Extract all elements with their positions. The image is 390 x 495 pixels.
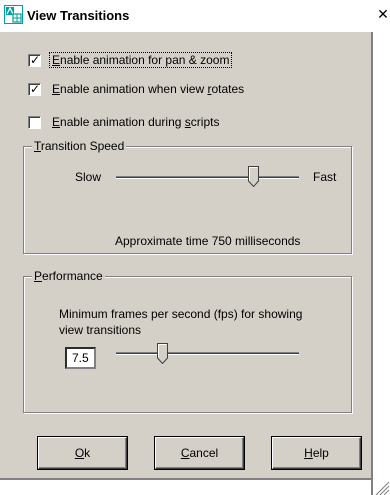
transition-speed-legend: Transition Speed xyxy=(32,139,127,153)
approx-time-text: Approximate time 750 milliseconds xyxy=(115,234,301,248)
performance-legend: Performance xyxy=(32,269,105,283)
ok-button[interactable]: Ok xyxy=(38,437,127,469)
help-button[interactable]: Help xyxy=(272,437,361,469)
option-during-scripts-label: Enable animation during scripts xyxy=(52,115,220,129)
autocad-view-icon xyxy=(4,5,23,24)
performance-group: Performance xyxy=(23,269,352,413)
resize-grip-icon[interactable] xyxy=(372,478,390,495)
fps-input[interactable]: 7.5 xyxy=(65,347,96,369)
title-bar[interactable]: View Transitions ✕ xyxy=(0,0,390,32)
view-transitions-dialog: View Transitions ✕ ✓ Enable animation fo… xyxy=(0,0,390,495)
speed-slider-track[interactable] xyxy=(116,176,299,179)
option-pan-zoom[interactable]: ✓ Enable animation for pan & zoom xyxy=(28,51,233,69)
option-pan-zoom-label: Enable animation for pan & zoom xyxy=(49,52,233,68)
window-frame-bottom xyxy=(0,478,371,495)
slow-label: Slow xyxy=(75,170,102,184)
checkbox-pan-zoom[interactable]: ✓ xyxy=(28,52,41,67)
fps-slider-thumb[interactable] xyxy=(156,343,168,364)
checkbox-during-scripts[interactable] xyxy=(28,115,41,129)
checkmark-icon: ✓ xyxy=(30,81,41,96)
fps-slider-track[interactable] xyxy=(116,352,299,355)
window-title: View Transitions xyxy=(27,8,130,23)
checkbox-view-rotates[interactable]: ✓ xyxy=(28,81,41,96)
checkmark-icon: ✓ xyxy=(30,52,41,67)
close-icon: ✕ xyxy=(377,7,389,23)
cancel-button[interactable]: Cancel xyxy=(155,437,244,469)
fps-description: Minimum frames per second (fps) for show… xyxy=(59,307,303,337)
window-frame-right xyxy=(371,32,390,495)
option-view-rotates-label: Enable animation when view rotates xyxy=(52,82,245,96)
option-view-rotates[interactable]: ✓ Enable animation when view rotates xyxy=(28,80,244,98)
fast-label: Fast xyxy=(313,170,337,184)
speed-slider-thumb[interactable] xyxy=(248,166,260,187)
option-during-scripts[interactable]: Enable animation during scripts xyxy=(28,113,219,131)
close-button[interactable]: ✕ xyxy=(376,5,390,25)
